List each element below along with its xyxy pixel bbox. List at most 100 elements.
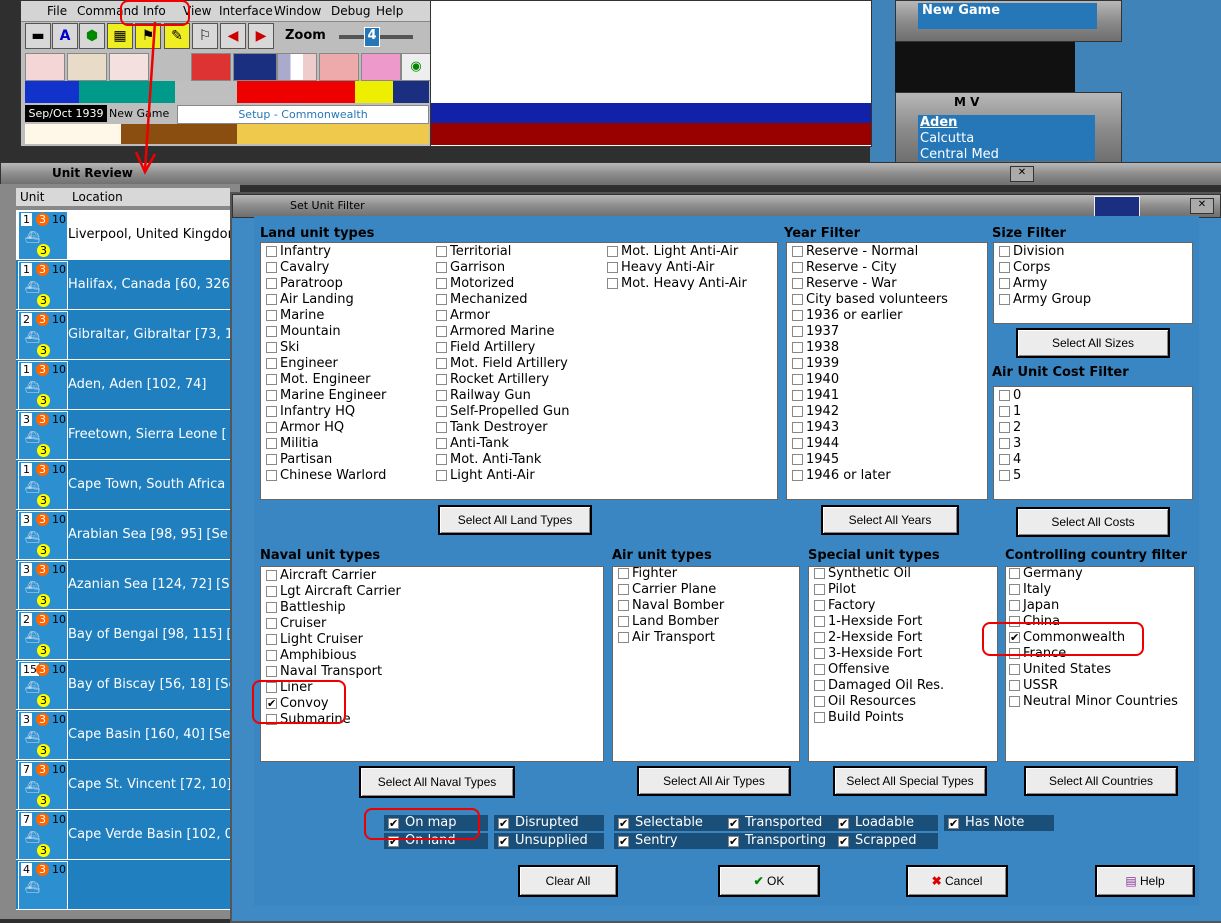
status-unsupplied[interactable]: ✔ Unsupplied	[494, 833, 604, 849]
select-all-naval-button[interactable]: Select All Naval Types	[359, 766, 515, 798]
checkbox[interactable]	[618, 568, 629, 579]
checkbox[interactable]	[999, 454, 1010, 465]
checkbox[interactable]	[792, 390, 803, 401]
unit-row[interactable]: 1 3 10 3 ⛴ Cape Town, South Africa	[16, 460, 230, 510]
unit-row[interactable]: 3 3 10 3 ⛴ Azanian Sea [124, 72] [Se	[16, 560, 237, 610]
land-type-cavalry[interactable]: Cavalry	[263, 260, 386, 276]
year-1937[interactable]: 1937	[789, 324, 948, 340]
ship-unit-icon[interactable]: 3 3 10 3 ⛴	[18, 411, 68, 460]
land-type-territorial[interactable]: Territorial	[433, 244, 569, 260]
air-type-carrier-plane[interactable]: Carrier Plane	[615, 582, 724, 598]
status-scrapped[interactable]: ✔ Scrapped	[834, 833, 938, 849]
land-type-anti-tank[interactable]: Anti-Tank	[433, 436, 569, 452]
ship-unit-icon[interactable]: 1 3 10 3 ⛴	[18, 211, 68, 260]
checkbox[interactable]	[999, 278, 1010, 289]
land-type-militia[interactable]: Militia	[263, 436, 386, 452]
help-button[interactable]: ▤ Help	[1095, 865, 1195, 897]
checkbox[interactable]	[999, 262, 1010, 273]
special-type-build-points[interactable]: Build Points	[811, 710, 944, 726]
ship-unit-icon[interactable]: 3 3 10 3 ⛴	[18, 511, 68, 560]
checkbox[interactable]	[1009, 696, 1020, 707]
unit-row[interactable]: 4 3 10 ⛴	[16, 860, 230, 910]
checkbox[interactable]	[792, 470, 803, 481]
checkbox[interactable]	[618, 600, 629, 611]
checkbox[interactable]	[618, 584, 629, 595]
checkbox[interactable]	[1009, 584, 1020, 595]
checkbox[interactable]	[436, 454, 447, 465]
country-germany[interactable]: Germany	[1006, 567, 1178, 582]
checkbox[interactable]	[266, 326, 277, 337]
checkbox[interactable]	[436, 326, 447, 337]
checkbox[interactable]	[266, 618, 277, 629]
checkbox[interactable]	[266, 634, 277, 645]
checkbox[interactable]	[607, 262, 618, 273]
year-1936-or-earlier[interactable]: 1936 or earlier	[789, 308, 948, 324]
land-type-armor[interactable]: Armor	[433, 308, 569, 324]
checkbox[interactable]	[607, 278, 618, 289]
land-type-mot-anti-tank[interactable]: Mot. Anti-Tank	[433, 452, 569, 468]
flag-japan[interactable]	[25, 53, 65, 81]
land-type-railway-gun[interactable]: Railway Gun	[433, 388, 569, 404]
select-all-sizes-button[interactable]: Select All Sizes	[1016, 328, 1170, 358]
land-type-tank-destroyer[interactable]: Tank Destroyer	[433, 420, 569, 436]
ok-button[interactable]: ✔ OK	[718, 865, 820, 897]
checkbox[interactable]	[792, 422, 803, 433]
checkbox[interactable]	[266, 586, 277, 597]
special-type-damaged-oil-res[interactable]: Damaged Oil Res.	[811, 678, 944, 694]
land-type-mot-engineer[interactable]: Mot. Engineer	[263, 372, 386, 388]
country-united-states[interactable]: United States	[1006, 662, 1178, 678]
tank-icon[interactable]: ▬	[25, 23, 51, 49]
menu-help[interactable]: Help	[376, 1, 403, 21]
cancel-button[interactable]: ✖ Cancel	[906, 865, 1008, 897]
special-type-pilot[interactable]: Pilot	[811, 582, 944, 598]
arrow-right-icon[interactable]: ▶	[248, 23, 274, 49]
checkbox[interactable]	[436, 342, 447, 353]
naval-type-naval-transport[interactable]: Naval Transport	[263, 664, 401, 680]
checkbox[interactable]	[266, 310, 277, 321]
status-transporting[interactable]: ✔ Transporting	[724, 833, 834, 849]
land-type-chinese-warlord[interactable]: Chinese Warlord	[263, 468, 386, 484]
checkbox[interactable]	[814, 584, 825, 595]
naval-type-battleship[interactable]: Battleship	[263, 600, 401, 616]
hex-icon[interactable]: ⬢	[79, 23, 105, 49]
status-loadable[interactable]: ✔ Loadable	[834, 815, 938, 831]
size-army[interactable]: Army	[996, 276, 1091, 292]
status-transported[interactable]: ✔ Transported	[724, 815, 834, 831]
flag-uk[interactable]	[233, 53, 277, 81]
size-division[interactable]: Division	[996, 244, 1091, 260]
land-type-self-propelled-gun[interactable]: Self-Propelled Gun	[433, 404, 569, 420]
checkbox[interactable]	[266, 650, 277, 661]
flag-italy[interactable]	[67, 53, 107, 81]
checkbox[interactable]	[266, 438, 277, 449]
ship-unit-icon[interactable]: 1 3 10 3 ⛴	[18, 461, 68, 510]
unit-row[interactable]: 2 3 10 3 ⛴ Bay of Bengal [98, 115] [S	[16, 610, 240, 660]
mv-item-central-med[interactable]: Central Med	[920, 147, 1095, 163]
flag-icon[interactable]: ⚐	[192, 23, 218, 49]
cost-3[interactable]: 3	[996, 436, 1021, 452]
checkbox[interactable]	[999, 438, 1010, 449]
select-all-years-button[interactable]: Select All Years	[821, 505, 959, 535]
checkbox[interactable]	[1009, 664, 1020, 675]
arrow-left-icon[interactable]: ◀	[220, 23, 246, 49]
menu-interface[interactable]: Interface	[219, 1, 273, 21]
land-type-ski[interactable]: Ski	[263, 340, 386, 356]
column-unit[interactable]: Unit	[20, 188, 44, 206]
checkbox[interactable]	[999, 294, 1010, 305]
checkbox[interactable]	[266, 422, 277, 433]
unit-row[interactable]: 7 3 10 3 ⛴ Cape Verde Basin [102, 0	[16, 810, 233, 860]
checkbox[interactable]	[436, 278, 447, 289]
checkbox[interactable]	[814, 648, 825, 659]
checkbox[interactable]	[792, 310, 803, 321]
year-reserve-war[interactable]: Reserve - War	[789, 276, 948, 292]
mv-item-aden[interactable]: Aden	[920, 115, 1095, 131]
flag-france[interactable]	[277, 53, 317, 81]
year-reserve-normal[interactable]: Reserve - Normal	[789, 244, 948, 260]
ship-unit-icon[interactable]: 7 3 10 3 ⛴	[18, 761, 68, 810]
cost-0[interactable]: 0	[996, 388, 1021, 404]
special-type-synthetic-oil[interactable]: Synthetic Oil	[811, 567, 944, 582]
checkbox[interactable]	[792, 262, 803, 273]
checkbox[interactable]: ✔	[498, 818, 509, 829]
checkbox[interactable]: ✔	[728, 818, 739, 829]
ship-unit-icon[interactable]: 3 3 10 3 ⛴	[18, 561, 68, 610]
cost-5[interactable]: 5	[996, 468, 1021, 484]
